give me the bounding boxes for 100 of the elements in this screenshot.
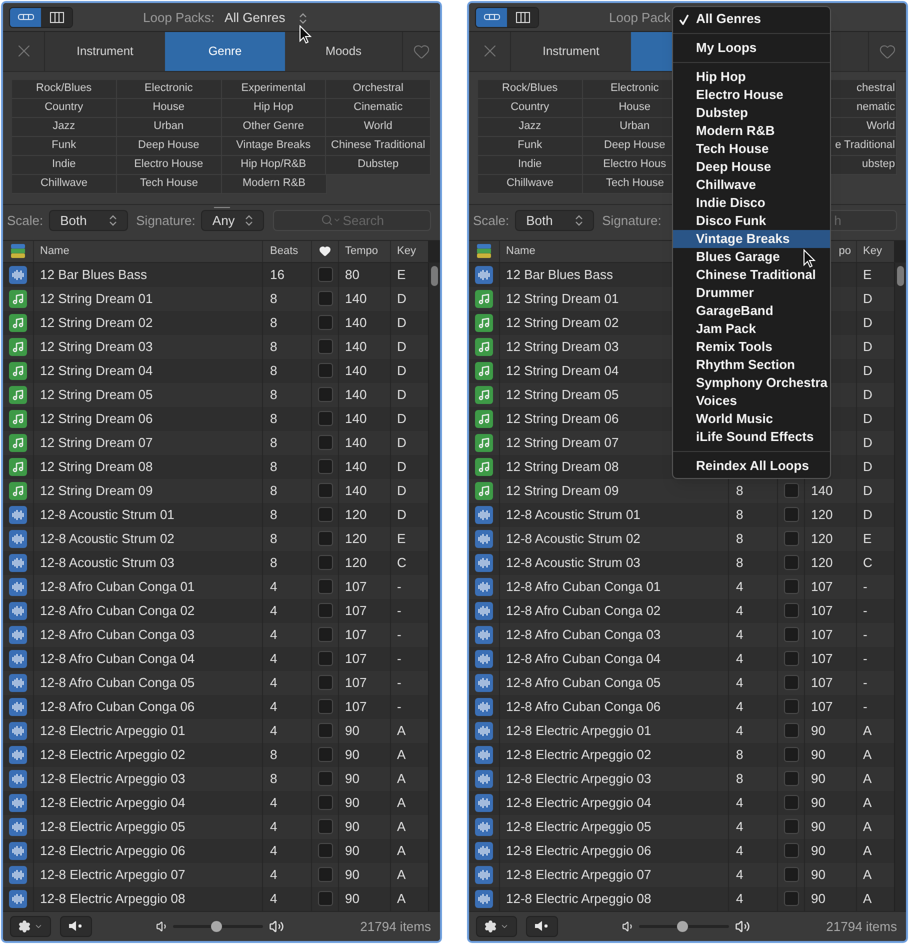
beats-value: 8 [270,506,278,524]
key-value: E [863,266,872,284]
tempo-value: 140 [345,386,367,404]
item-count: 21794 items [826,918,897,936]
beats-value: 8 [736,530,744,548]
beats-value: 4 [736,602,744,620]
tempo-value: 80 [345,266,360,284]
key-value: - [863,674,868,692]
loop-name: 12 String Dream 05 [506,386,619,404]
tempo-value: 90 [345,866,360,884]
beats-value: 8 [270,434,278,452]
key-value: A [397,818,406,836]
loop-name: 12-8 Electric Arpeggio 06 [506,842,652,860]
beats-value: 4 [270,578,278,596]
loop-name: 12 String Dream 03 [40,338,153,356]
signature-label: Signature: [602,212,662,230]
tempo-value: 90 [345,746,360,764]
beats-value: 4 [736,842,744,860]
key-value: D [397,434,406,452]
key-value: - [397,698,402,716]
tempo-value: 107 [345,698,367,716]
key-value: A [397,794,406,812]
beats-value: 8 [270,554,278,572]
key-value: D [863,410,872,428]
loop-name: 12-8 Electric Arpeggio 01 [40,722,186,740]
beats-value: 8 [736,482,744,500]
beats-value: 4 [736,722,744,740]
tempo-value: 120 [345,530,367,548]
key-value: A [863,770,872,788]
key-value: D [863,338,872,356]
key-value: - [863,602,868,620]
key-value: A [863,746,872,764]
tempo-value: 140 [345,458,367,476]
loop-name: 12-8 Afro Cuban Conga 06 [40,698,195,716]
key-value: D [863,386,872,404]
tempo-value: 140 [345,410,367,428]
beats-value: 4 [736,794,744,812]
key-value: - [863,578,868,596]
loop-name: 12-8 Electric Arpeggio 08 [40,890,186,908]
loop-name: 12 Bar Blues Bass [40,266,147,284]
beats-value: 8 [270,386,278,404]
beats-value: 8 [736,554,744,572]
tempo-value: 140 [345,338,367,356]
key-value: D [397,338,406,356]
tempo-value: 90 [345,770,360,788]
loop-name: 12-8 Electric Arpeggio 07 [506,866,652,884]
tempo-value: 140 [345,482,367,500]
key-value: D [397,458,406,476]
key-value: A [397,866,406,884]
loop-name: 12-8 Acoustic Strum 03 [40,554,174,572]
key-value: D [863,362,872,380]
loop-name: 12-8 Acoustic Strum 02 [506,530,640,548]
loop-name: 12 String Dream 03 [506,338,619,356]
beats-value: 8 [270,482,278,500]
tempo-value: 90 [811,818,826,836]
tempo-value: 90 [345,722,360,740]
loop-name: 12 String Dream 01 [506,290,619,308]
loop-name: 12 String Dream 01 [40,290,153,308]
loop-name: 12 String Dream 07 [506,434,619,452]
beats-value: 8 [270,338,278,356]
loop-name: 12 String Dream 09 [506,482,619,500]
loop-name: 12 String Dream 08 [506,458,619,476]
beats-value: 4 [270,722,278,740]
loop-name: 12-8 Acoustic Strum 03 [506,554,640,572]
beats-value: 8 [270,410,278,428]
key-value: - [863,626,868,644]
key-value: D [863,506,872,524]
loop-name: 12-8 Electric Arpeggio 01 [506,722,652,740]
loop-name: 12-8 Afro Cuban Conga 01 [40,578,195,596]
key-value: A [397,722,406,740]
key-value: - [863,650,868,668]
loop-name: 12-8 Electric Arpeggio 04 [506,794,652,812]
key-value: A [863,818,872,836]
key-value: D [863,314,872,332]
key-value: D [397,290,406,308]
beats-value: 8 [270,314,278,332]
tempo-value: 90 [345,842,360,860]
loop-name: 12 String Dream 04 [506,362,619,380]
beats-value: 4 [270,674,278,692]
beats-value: 4 [736,698,744,716]
beats-value: 4 [736,818,744,836]
loop-name: 12-8 Afro Cuban Conga 05 [506,674,661,692]
key-value: A [863,722,872,740]
key-value: A [863,890,872,908]
loop-name: 12 String Dream 07 [40,434,153,452]
key-value: A [397,890,406,908]
key-value: A [863,794,872,812]
loop-name: 12-8 Afro Cuban Conga 02 [506,602,661,620]
tempo-value: 107 [811,578,833,596]
tempo-value: 140 [345,434,367,452]
loop-name: 12-8 Electric Arpeggio 08 [506,890,652,908]
signature-label: Signature: [136,212,196,230]
tempo-value: 107 [345,674,367,692]
beats-value: 4 [270,818,278,836]
beats-value: 4 [736,890,744,908]
tempo-value: 107 [811,626,833,644]
tempo-value: 107 [811,698,833,716]
tempo-value: 140 [345,314,367,332]
loop-name: 12 String Dream 06 [40,410,153,428]
key-value: E [863,530,872,548]
